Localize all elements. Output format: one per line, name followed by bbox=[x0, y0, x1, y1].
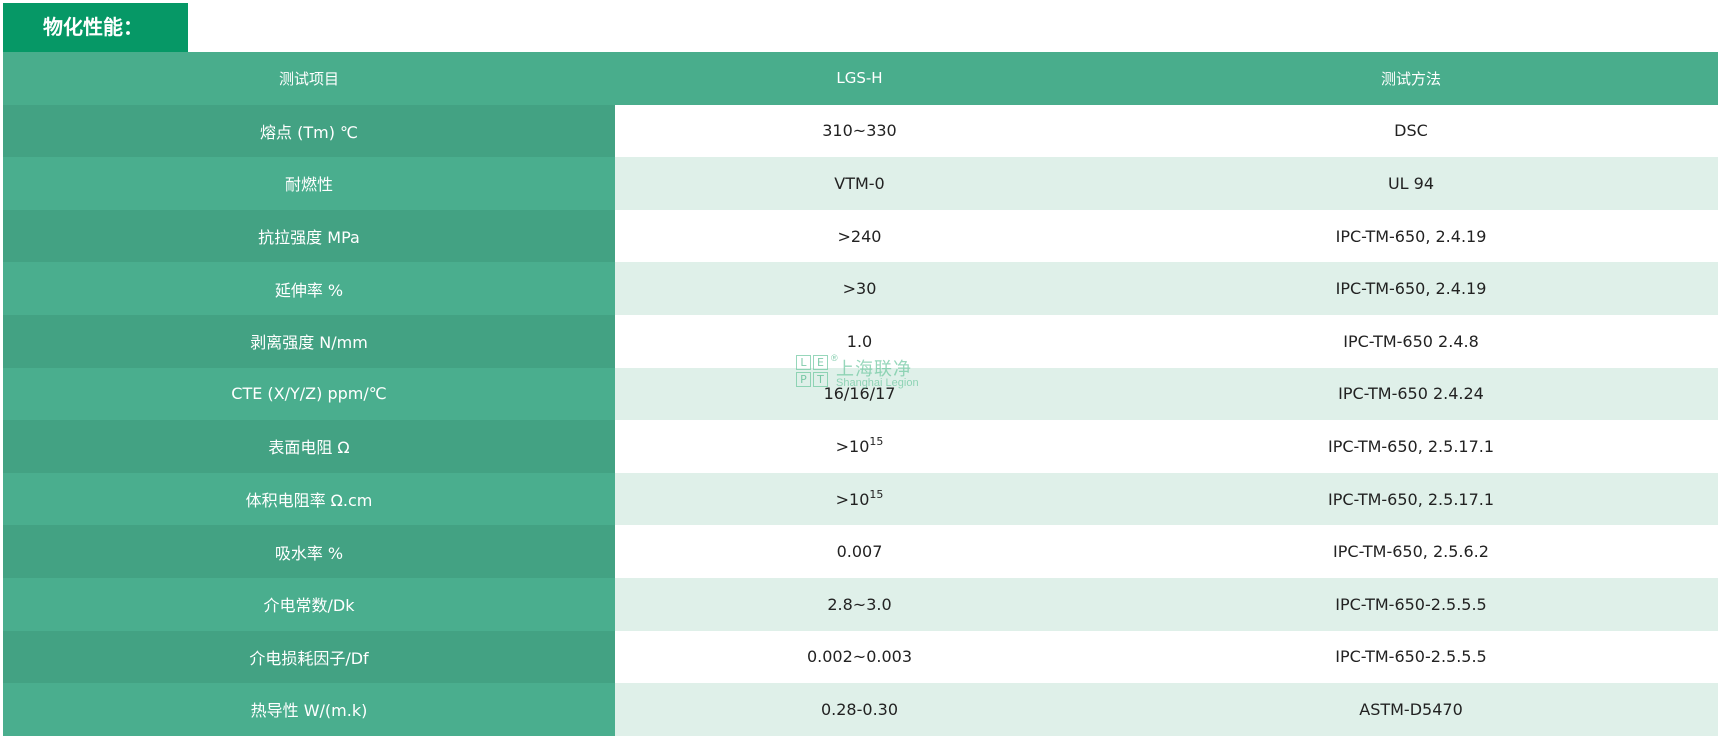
row-item: 介电常数/Dk bbox=[3, 577, 615, 631]
value-exponent: 15 bbox=[869, 434, 884, 448]
row-method: IPC-TM-650 2.4.24 bbox=[1104, 367, 1718, 421]
row-value: >1015 bbox=[615, 420, 1104, 473]
row-item: 介电损耗因子/Df bbox=[3, 630, 615, 684]
watermark-letter: T bbox=[813, 372, 828, 387]
watermark-logo: L E P T ® 上海联净 Shanghai Legion bbox=[796, 353, 926, 391]
row-value: 310~330 bbox=[615, 104, 1104, 158]
table-row: 表面电阻 Ω >1015 IPC-TM-650, 2.5.17.1 bbox=[3, 420, 1718, 473]
table-header-row: 测试项目 LGS-H 测试方法 bbox=[3, 52, 1718, 105]
row-method: IPC-TM-650-2.5.5.5 bbox=[1104, 630, 1718, 684]
row-value: >1015 bbox=[615, 472, 1104, 526]
row-item: 耐燃性 bbox=[3, 157, 615, 210]
row-method: IPC-TM-650, 2.5.6.2 bbox=[1104, 525, 1718, 578]
row-value: VTM-0 bbox=[615, 157, 1104, 210]
table-row: 介电常数/Dk 2.8~3.0 IPC-TM-650-2.5.5.5 bbox=[3, 577, 1718, 631]
table-row: 热导性 W/(m.k) 0.28-0.30 ASTM-D5470 bbox=[3, 683, 1718, 736]
row-method: ASTM-D5470 bbox=[1104, 683, 1718, 736]
row-value: 0.007 bbox=[615, 525, 1104, 578]
row-value: >30 bbox=[615, 262, 1104, 315]
row-method: IPC-TM-650, 2.4.19 bbox=[1104, 209, 1718, 263]
header-test-item: 测试项目 bbox=[3, 52, 615, 105]
row-value: >240 bbox=[615, 209, 1104, 263]
header-test-method: 测试方法 bbox=[1104, 52, 1718, 105]
row-method: IPC-TM-650, 2.4.19 bbox=[1104, 262, 1718, 315]
table-row: 吸水率 % 0.007 IPC-TM-650, 2.5.6.2 bbox=[3, 525, 1718, 578]
row-item: 抗拉强度 MPa bbox=[3, 209, 615, 263]
row-method: UL 94 bbox=[1104, 157, 1718, 210]
watermark-letter: E bbox=[813, 355, 828, 370]
value-base: >10 bbox=[835, 436, 870, 456]
row-item: 表面电阻 Ω bbox=[3, 420, 615, 473]
watermark-name-en: Shanghai Legion bbox=[836, 377, 919, 389]
table-row: 熔点 (Tm) ℃ 310~330 DSC bbox=[3, 104, 1718, 158]
table-row: 延伸率 % >30 IPC-TM-650, 2.4.19 bbox=[3, 262, 1718, 315]
row-method: IPC-TM-650-2.5.5.5 bbox=[1104, 577, 1718, 631]
value-base: >10 bbox=[835, 489, 870, 509]
table-row: 介电损耗因子/Df 0.002~0.003 IPC-TM-650-2.5.5.5 bbox=[3, 630, 1718, 684]
watermark-letter-grid: L E P T bbox=[796, 355, 830, 389]
value-exponent: 15 bbox=[869, 487, 884, 501]
properties-table: 测试项目 LGS-H 测试方法 熔点 (Tm) ℃ 310~330 DSC 耐燃… bbox=[3, 52, 1718, 736]
row-method: IPC-TM-650, 2.5.17.1 bbox=[1104, 472, 1718, 526]
row-value: 0.002~0.003 bbox=[615, 630, 1104, 684]
row-item: 延伸率 % bbox=[3, 262, 615, 315]
row-item: 体积电阻率 Ω.cm bbox=[3, 472, 615, 526]
row-method: IPC-TM-650, 2.5.17.1 bbox=[1104, 420, 1718, 473]
row-item: CTE (X/Y/Z) ppm/℃ bbox=[3, 367, 615, 421]
row-method: DSC bbox=[1104, 104, 1718, 158]
table-row: 抗拉强度 MPa >240 IPC-TM-650, 2.4.19 bbox=[3, 209, 1718, 263]
row-value: 0.28-0.30 bbox=[615, 683, 1104, 736]
row-method: IPC-TM-650 2.4.8 bbox=[1104, 314, 1718, 368]
table-row: 耐燃性 VTM-0 UL 94 bbox=[3, 157, 1718, 210]
watermark-letter: P bbox=[796, 372, 811, 387]
header-product: LGS-H bbox=[615, 52, 1104, 105]
row-item: 吸水率 % bbox=[3, 525, 615, 578]
row-item: 热导性 W/(m.k) bbox=[3, 683, 615, 736]
watermark-letter: L bbox=[796, 355, 811, 370]
section-title: 物化性能： bbox=[3, 3, 188, 52]
table-row: 体积电阻率 Ω.cm >1015 IPC-TM-650, 2.5.17.1 bbox=[3, 472, 1718, 526]
row-item: 熔点 (Tm) ℃ bbox=[3, 104, 615, 158]
row-item: 剥离强度 N/mm bbox=[3, 314, 615, 368]
row-value: 2.8~3.0 bbox=[615, 577, 1104, 631]
